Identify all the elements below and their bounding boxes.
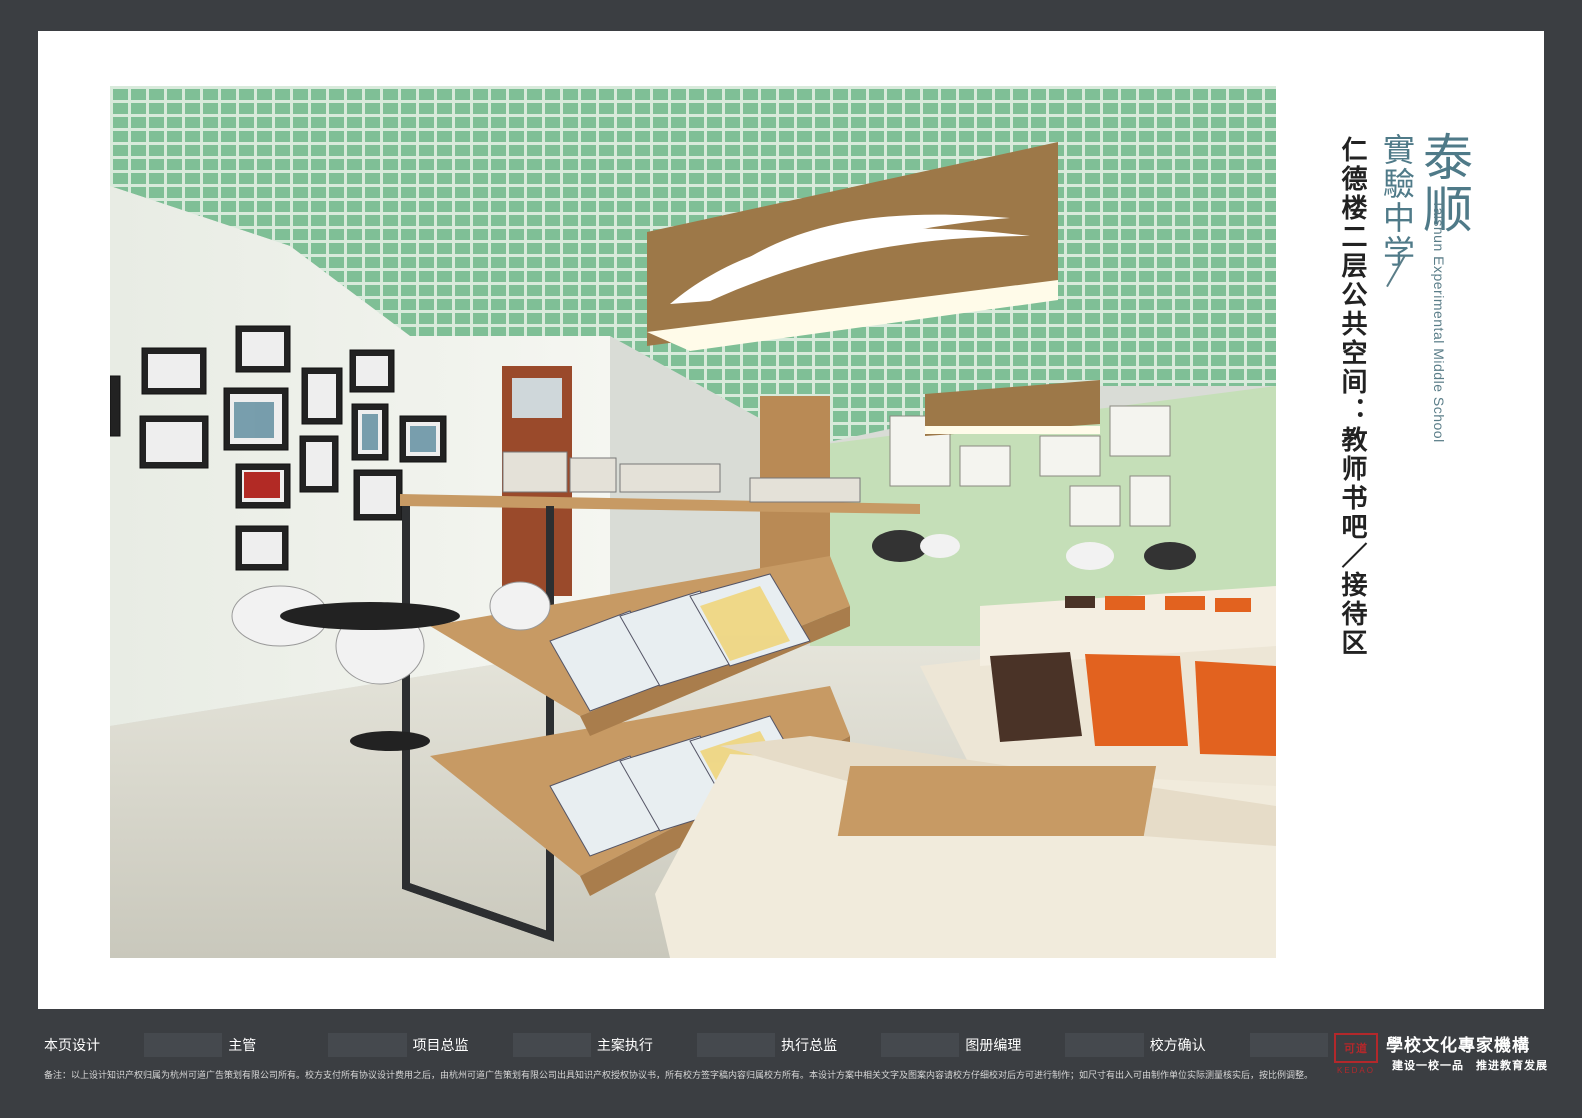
signoff-field <box>144 1033 223 1057</box>
seal-caption: KEDAO <box>1336 1066 1375 1075</box>
signoff-cell: 本页设计 <box>38 1033 223 1057</box>
signoff-label: 主案执行 <box>596 1038 653 1054</box>
signoff-field <box>1065 1033 1144 1057</box>
footer-disclaimer: 备注：以上设计知识产权归属为杭州可道广告策划有限公司所有。校方支付所有协议设计费… <box>44 1071 1314 1081</box>
footer-signoff-bar: 本页设计 主管 项目总监 主案执行 执行总监 图册编理 校方确认 <box>38 1033 1328 1057</box>
signoff-field <box>696 1033 776 1057</box>
signoff-cell: 主案执行 <box>591 1033 776 1057</box>
interior-render-image <box>110 86 1276 958</box>
signoff-label: 执行总监 <box>781 1038 838 1054</box>
signoff-cell: 项目总监 <box>407 1033 591 1057</box>
signoff-cell: 校方确认 <box>1144 1033 1328 1057</box>
signoff-label: 图册编理 <box>965 1038 1022 1054</box>
signoff-field <box>881 1033 960 1057</box>
org-slogan: 建设一校一品 推进教育发展 <box>1392 1059 1548 1072</box>
signoff-label: 本页设计 <box>44 1038 100 1054</box>
signoff-field <box>328 1033 407 1057</box>
signoff-cell: 执行总监 <box>775 1033 960 1057</box>
signoff-label: 校方确认 <box>1149 1038 1206 1054</box>
signoff-cell: 图册编理 <box>959 1033 1144 1057</box>
signoff-cell: 主管 <box>222 1033 407 1057</box>
signoff-label: 项目总监 <box>412 1038 469 1054</box>
signoff-label: 主管 <box>228 1038 257 1054</box>
signoff-field <box>1249 1033 1328 1057</box>
signoff-field <box>512 1033 591 1057</box>
red-seal-logo: 可道 <box>1334 1033 1378 1063</box>
brand-english-name: Taishun Experimental Middle School <box>1431 200 1447 443</box>
org-name: 學校文化專家機構 <box>1386 1036 1530 1056</box>
space-title: 仁德楼二层公共空间：教师书吧／接待区 <box>1337 136 1367 658</box>
